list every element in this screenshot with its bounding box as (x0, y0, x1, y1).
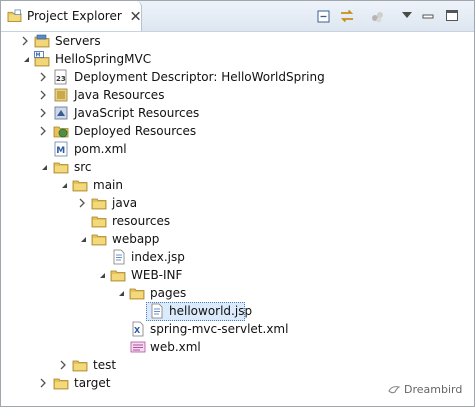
javascript-resources-icon (54, 106, 68, 120)
tree-item-webapp[interactable]: webapp (1, 230, 474, 248)
folder-icon (110, 270, 126, 282)
chevron-down-icon[interactable] (19, 53, 31, 65)
bird-logo-icon (388, 386, 401, 394)
tree-item-main[interactable]: main (1, 176, 474, 194)
view-menu-dots-icon[interactable] (369, 7, 387, 25)
chevron-right-icon[interactable] (37, 89, 49, 101)
folder-icon (72, 360, 88, 372)
tree-item-hellospringmvc[interactable]: M HelloSpringMVC (1, 50, 474, 68)
chevron-down-icon[interactable] (57, 179, 69, 191)
folder-icon (129, 288, 145, 300)
chevron-right-icon[interactable] (76, 197, 88, 209)
tree-item-java-resources[interactable]: Java Resources (1, 86, 474, 104)
tree-item-helloworld-jsp[interactable]: helloworld.jsp (1, 302, 474, 321)
folder-icon (91, 198, 107, 210)
chevron-right-icon[interactable] (37, 107, 49, 119)
deployment-descriptor-icon: 23 (54, 69, 67, 85)
tree-item-web-xml[interactable]: web.xml (1, 338, 474, 356)
server-folder-icon (34, 34, 50, 48)
view-tab-bar: Project Explorer (1, 1, 474, 32)
svg-text:X: X (134, 326, 141, 335)
project-explorer-icon (7, 9, 22, 22)
tree-item-src[interactable]: src (1, 158, 474, 176)
jsp-file-icon (151, 303, 163, 319)
folder-icon (72, 180, 88, 192)
tree-item-spring-mvc-servlet-xml[interactable]: X spring-mvc-servlet.xml (1, 320, 474, 338)
tree-item-deployment-descriptor[interactable]: 23 Deployment Descriptor: HelloWorldSpri… (1, 68, 474, 86)
tree-item-javascript-resources[interactable]: JavaScript Resources (1, 104, 474, 122)
svg-text:M: M (56, 146, 65, 156)
folder-icon (53, 378, 69, 390)
tree-item-index-jsp[interactable]: index.jsp (1, 248, 474, 266)
chevron-right-icon[interactable] (57, 359, 69, 371)
tree-item-pages[interactable]: pages (1, 284, 474, 302)
xml-file-icon: X (132, 321, 144, 337)
web-xml-file-icon (130, 341, 146, 353)
chevron-down-icon[interactable] (95, 269, 107, 281)
chevron-right-icon[interactable] (37, 125, 49, 137)
maximize-icon[interactable] (443, 7, 461, 25)
chevron-down-icon[interactable] (76, 233, 88, 245)
chevron-right-icon[interactable] (37, 377, 49, 389)
tree-item-pom-xml[interactable]: M pom.xml (1, 140, 474, 158)
close-icon[interactable] (130, 10, 141, 22)
link-with-editor-icon[interactable] (338, 7, 356, 25)
tree-item-servers[interactable]: Servers (1, 32, 474, 50)
deployed-resources-icon (53, 126, 69, 138)
tree-item-deployed-resources[interactable]: Deployed Resources (1, 122, 474, 140)
maven-web-project-icon: M (34, 51, 50, 67)
chevron-down-icon[interactable] (114, 287, 126, 299)
chevron-down-icon[interactable] (398, 7, 416, 25)
project-tree: Servers M HelloSpringMVC 23 Deployment D… (1, 32, 474, 402)
folder-icon (91, 234, 107, 246)
watermark: Dreambird (387, 380, 462, 398)
view-title: Project Explorer (26, 9, 122, 23)
java-resources-icon (54, 88, 68, 102)
svg-text:23: 23 (56, 75, 66, 83)
svg-text:M: M (36, 53, 41, 59)
tree-item-test[interactable]: test (1, 356, 474, 374)
maven-pom-file-icon: M (54, 141, 68, 157)
collapse-all-icon[interactable] (314, 7, 332, 25)
watermark-text: Dreambird (404, 382, 463, 396)
folder-icon (91, 216, 107, 228)
tab-project-explorer[interactable]: Project Explorer (1, 1, 142, 31)
minimize-icon[interactable] (419, 7, 437, 25)
folder-icon (53, 162, 69, 174)
project-explorer-view: Project Explorer Servers M HelloSpringMV… (0, 0, 475, 407)
chevron-right-icon[interactable] (19, 35, 31, 47)
chevron-down-icon[interactable] (37, 161, 49, 173)
tree-item-web-inf[interactable]: WEB-INF (1, 266, 474, 284)
chevron-right-icon[interactable] (37, 71, 49, 83)
tree-item-java[interactable]: java (1, 194, 474, 212)
jsp-file-icon (113, 249, 125, 265)
tree-item-resources[interactable]: resources (1, 212, 474, 230)
